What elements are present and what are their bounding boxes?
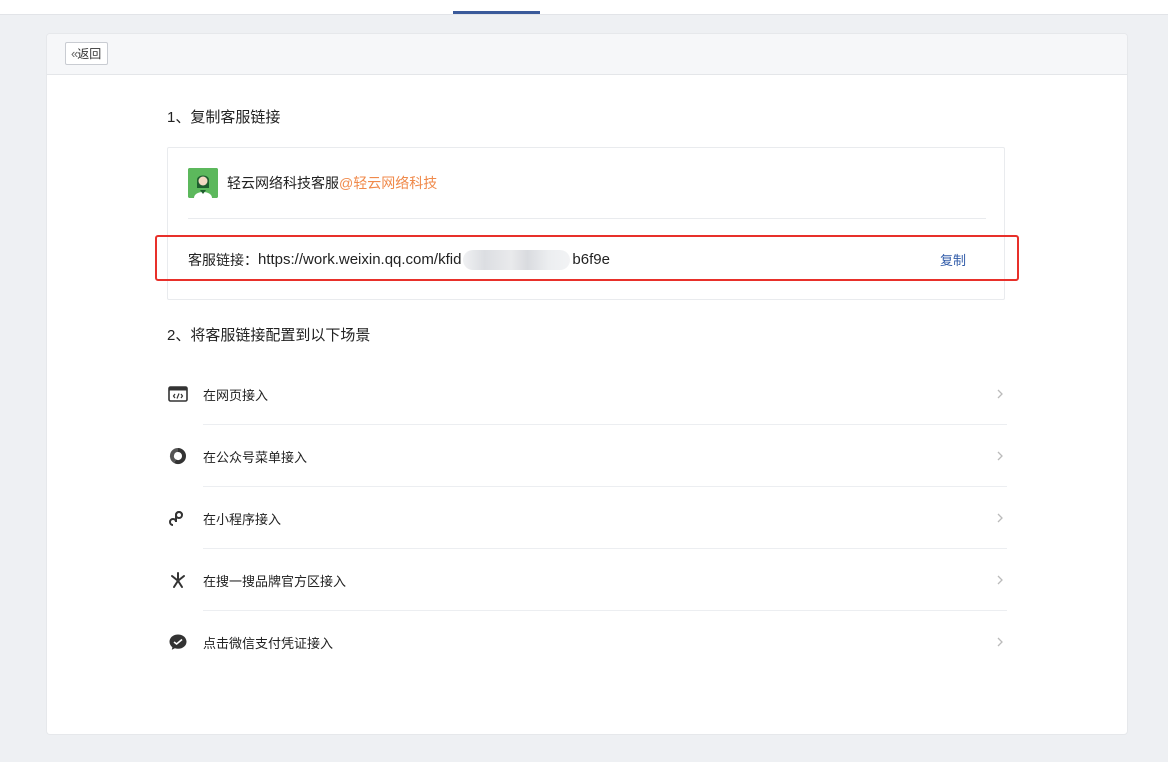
wechat-pay-icon xyxy=(168,632,188,652)
back-button-label: 返回 xyxy=(77,47,102,61)
card-header: « 返回 xyxy=(47,34,1127,75)
scene-item-wechat-pay[interactable]: 点击微信支付凭证接入 xyxy=(167,611,1007,673)
kf-link-box: 轻云网络科技客服 @轻云网络科技 客服链接： https://work.weix… xyxy=(167,147,1005,300)
scene-item-official-account[interactable]: 在公众号菜单接入 xyxy=(167,425,1007,487)
kf-link-url-suffix: b6f9e xyxy=(572,250,610,268)
kf-corp-name: @轻云网络科技 xyxy=(339,175,438,191)
chevron-right-icon xyxy=(993,635,1007,649)
mini-program-icon xyxy=(168,508,188,528)
scene-item-mini-program[interactable]: 在小程序接入 xyxy=(167,487,1007,549)
scene-label: 在小程序接入 xyxy=(203,511,282,527)
top-navigation-bar xyxy=(0,0,1168,15)
scene-item-webpage[interactable]: 在网页接入 xyxy=(167,363,1007,425)
search-sparkle-icon xyxy=(168,570,188,590)
kf-link-url-prefix: https://work.weixin.qq.com/kfid xyxy=(258,250,462,268)
kf-link-url[interactable]: https://work.weixin.qq.com/kfid b6f9e xyxy=(258,250,610,270)
webpage-code-icon xyxy=(168,384,188,404)
main-card: « 返回 1、复制客服链接 轻云网络科技客服 @轻云网络科技 客服链接： htt… xyxy=(47,34,1127,734)
kf-avatar xyxy=(188,168,218,198)
active-tab-indicator xyxy=(453,11,540,14)
kf-link-label: 客服链接： xyxy=(188,252,258,268)
chevron-right-icon xyxy=(993,573,1007,587)
scene-label: 点击微信支付凭证接入 xyxy=(203,635,334,651)
back-button[interactable]: « 返回 xyxy=(65,42,109,65)
redacted-blur xyxy=(463,250,571,270)
kf-account-row: 轻云网络科技客服 @轻云网络科技 xyxy=(188,167,437,199)
official-account-icon xyxy=(168,446,188,466)
kf-name: 轻云网络科技客服 xyxy=(227,175,339,191)
scene-label: 在网页接入 xyxy=(203,387,269,403)
section-title-scenes: 2、将客服链接配置到以下场景 xyxy=(167,327,371,344)
scene-list: 在网页接入 在公众号菜单接入 在小程序接入 在搜一搜品牌官方区接入 点击微信支付… xyxy=(167,363,1007,673)
chevron-right-icon xyxy=(993,387,1007,401)
chevron-right-icon xyxy=(993,511,1007,525)
divider xyxy=(188,218,986,219)
section-title-copy-link: 1、复制客服链接 xyxy=(167,109,281,126)
chevron-right-icon xyxy=(993,449,1007,463)
scene-item-search-brand[interactable]: 在搜一搜品牌官方区接入 xyxy=(167,549,1007,611)
kf-link-row: 客服链接： https://work.weixin.qq.com/kfid b6f… xyxy=(188,248,986,272)
scene-label: 在公众号菜单接入 xyxy=(203,449,308,465)
double-chevron-left-icon: « xyxy=(71,46,78,61)
copy-link-button[interactable]: 复制 xyxy=(940,250,966,269)
avatar-person-icon xyxy=(188,168,218,198)
scene-label: 在搜一搜品牌官方区接入 xyxy=(203,573,347,589)
